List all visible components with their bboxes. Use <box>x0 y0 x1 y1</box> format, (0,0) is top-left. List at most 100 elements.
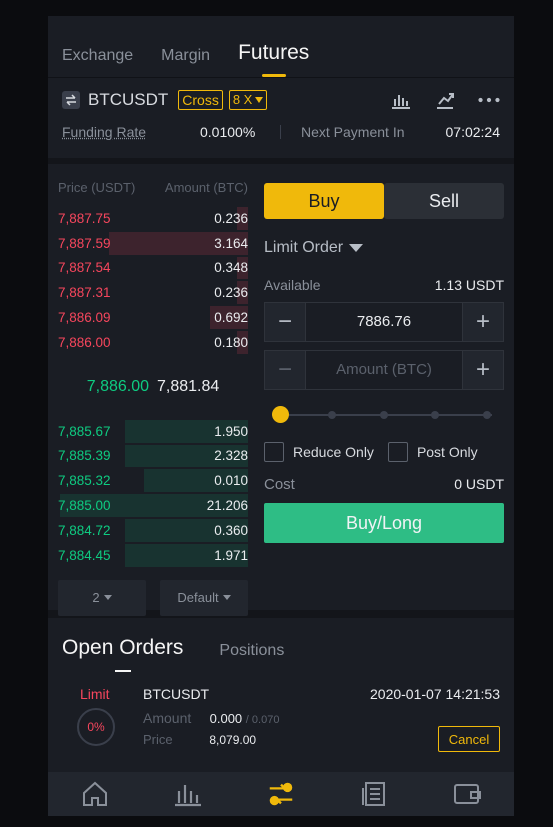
amount-increase-button[interactable]: + <box>463 351 503 389</box>
amount-slider[interactable] <box>264 400 504 430</box>
amount-total: / 0.070 <box>245 714 280 726</box>
precision-select[interactable]: 2 <box>58 579 146 616</box>
amount-stepper: − Amount (BTC) + <box>264 350 504 390</box>
ask-amount: 0.236 <box>214 210 248 226</box>
caret-down-icon <box>349 244 364 252</box>
more-icon[interactable] <box>478 90 500 110</box>
contract-header: BTCUSDT Cross 8 X Funding Rate 0.0100% N… <box>48 78 514 164</box>
orders-icon[interactable] <box>359 779 389 809</box>
slider-stop[interactable] <box>431 411 439 419</box>
bid-list: 7,885.67 1.950 7,885.39 2.328 7,885.32 0.010 7… <box>58 419 248 568</box>
order-time: 2020-01-07 14:21:53 <box>370 686 500 702</box>
order-amount: Amount 0.000 / 0.070 <box>143 710 279 726</box>
markets-icon[interactable] <box>173 779 203 809</box>
slider-knob[interactable] <box>272 406 289 423</box>
price-label: Price <box>143 732 173 747</box>
order-type-select[interactable]: Limit Order <box>264 239 504 257</box>
reduce-only-checkbox[interactable]: Reduce Only <box>264 442 374 462</box>
price-input[interactable]: 7886.76 <box>305 303 463 341</box>
ask-row[interactable]: 7,886.09 0.692 <box>58 305 248 330</box>
order-book: Price (USDT) Amount (BTC) 7,887.75 0.236 7… <box>48 164 258 616</box>
swap-icon[interactable] <box>62 91 80 109</box>
amount-filled: 0.000 <box>209 711 243 726</box>
tab-open-orders[interactable]: Open Orders <box>62 636 183 672</box>
book-view-select[interactable]: Default <box>160 579 248 616</box>
chart-icon[interactable] <box>390 90 412 110</box>
post-only-label: Post Only <box>416 444 478 460</box>
slider-stop[interactable] <box>483 411 491 419</box>
tab-exchange[interactable]: Exchange <box>62 47 133 67</box>
bid-price: 7,884.45 <box>58 547 111 563</box>
contract-symbol[interactable]: BTCUSDT <box>88 90 168 110</box>
reduce-only-label: Reduce Only <box>293 444 374 460</box>
ask-price: 7,886.09 <box>58 310 111 326</box>
order-price: Price 8,079.00 <box>143 732 256 747</box>
price-column-header: Price (USDT) <box>58 180 136 195</box>
ask-row[interactable]: 7,887.75 0.236 <box>58 206 248 231</box>
funding-rate-value: 0.0100% <box>200 124 256 140</box>
amount-input[interactable]: Amount (BTC) <box>305 351 463 389</box>
price-stepper: − 7886.76 + <box>264 302 504 342</box>
slider-stop[interactable] <box>380 411 388 419</box>
bid-row[interactable]: 7,885.67 1.950 <box>58 419 248 444</box>
orders-section: Open Orders Positions Limit 0% BTCUSDT 2… <box>48 618 514 762</box>
ask-row[interactable]: 7,886.00 0.180 <box>58 330 248 355</box>
available-label: Available <box>264 277 321 293</box>
bid-row[interactable]: 7,884.45 1.971 <box>58 543 248 568</box>
tab-positions[interactable]: Positions <box>219 642 284 660</box>
futures-app: Exchange Margin Futures BTCUSDT Cross 8 … <box>48 16 514 816</box>
ask-row[interactable]: 7,887.59 3.164 <box>58 231 248 256</box>
bid-price: 7,885.32 <box>58 473 111 489</box>
fill-progress-ring: 0% <box>77 708 115 746</box>
cost-value: 0 USDT <box>454 476 504 492</box>
bid-row[interactable]: 7,885.39 2.328 <box>58 444 248 469</box>
trade-panel: Price (USDT) Amount (BTC) 7,887.75 0.236 7… <box>48 164 514 618</box>
bid-row[interactable]: 7,885.00 21.206 <box>58 493 248 518</box>
bid-amount: 2.328 <box>214 448 248 464</box>
leverage-selector[interactable]: 8 X <box>228 90 268 110</box>
bid-price: 7,885.39 <box>58 448 111 464</box>
price-value: 8,079.00 <box>209 733 257 747</box>
post-only-checkbox[interactable]: Post Only <box>387 442 478 462</box>
ask-row[interactable]: 7,887.54 0.348 <box>58 256 248 281</box>
slider-stop[interactable] <box>328 411 336 419</box>
price-decrease-button[interactable]: − <box>265 303 305 341</box>
ask-amount: 0.180 <box>214 334 248 350</box>
bid-amount: 0.360 <box>214 522 248 538</box>
bid-row[interactable]: 7,885.32 0.010 <box>58 468 248 493</box>
bid-row[interactable]: 7,884.72 0.360 <box>58 518 248 543</box>
bid-amount: 1.950 <box>214 423 248 439</box>
ask-amount: 0.692 <box>214 310 248 326</box>
buy-long-button[interactable]: Buy/Long <box>264 503 504 543</box>
divider <box>280 125 281 139</box>
checkbox-box[interactable] <box>387 442 408 462</box>
margin-mode-badge[interactable]: Cross <box>178 90 223 110</box>
tab-futures[interactable]: Futures <box>238 41 309 77</box>
wallet-icon[interactable] <box>452 779 482 809</box>
side-toggle: Buy Sell <box>264 183 504 219</box>
caret-down-icon <box>222 595 231 601</box>
amount-column-header: Amount (BTC) <box>164 180 248 195</box>
amount-decrease-button[interactable]: − <box>265 351 305 389</box>
price-increase-button[interactable]: + <box>463 303 503 341</box>
caret-down-icon <box>255 97 264 103</box>
tab-margin[interactable]: Margin <box>161 47 210 67</box>
bid-amount: 21.206 <box>206 498 248 514</box>
sell-tab[interactable]: Sell <box>384 183 504 219</box>
funding-rate-label[interactable]: Funding Rate <box>62 124 200 140</box>
last-price: 7,886.00 <box>86 377 149 395</box>
ask-row[interactable]: 7,887.31 0.236 <box>58 280 248 305</box>
ask-price: 7,887.59 <box>58 235 111 251</box>
next-payment-countdown: 07:02:24 <box>445 124 501 140</box>
trades-icon[interactable] <box>266 779 296 809</box>
calculator-icon[interactable] <box>434 90 456 110</box>
checkbox-box[interactable] <box>264 442 284 462</box>
trade-mode-tabs: Exchange Margin Futures <box>48 16 514 78</box>
buy-tab[interactable]: Buy <box>264 183 384 219</box>
book-view-value: Default <box>177 590 219 606</box>
cancel-order-button[interactable]: Cancel <box>438 726 500 752</box>
precision-value: 2 <box>92 590 100 606</box>
bid-amount: 1.971 <box>214 547 248 563</box>
ask-amount: 3.164 <box>214 235 248 251</box>
home-icon[interactable] <box>80 779 110 809</box>
